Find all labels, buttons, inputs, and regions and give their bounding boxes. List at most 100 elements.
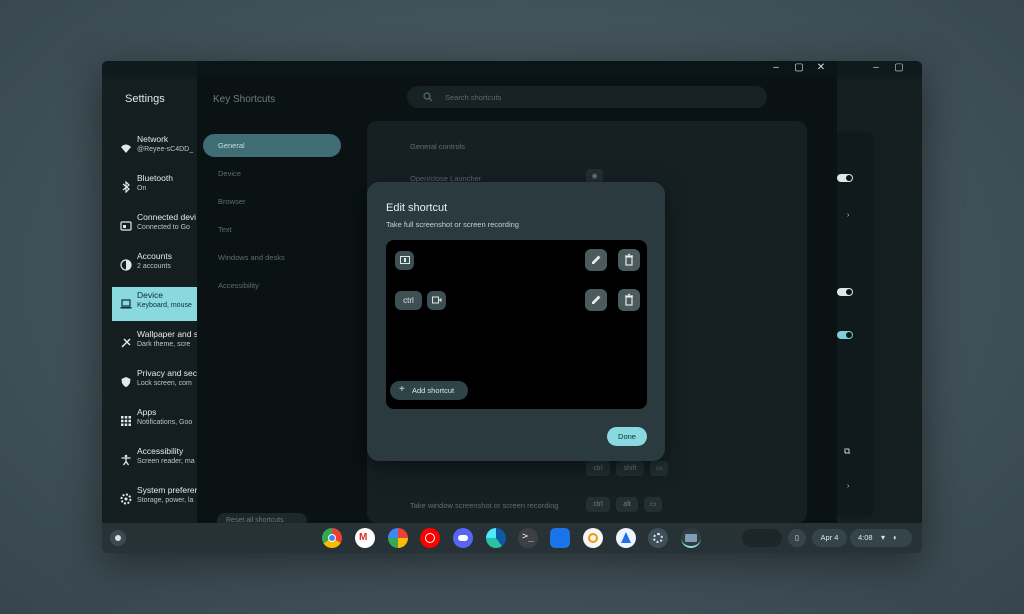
sidebar-item-sub: Connected to Go: [137, 224, 190, 231]
sidebar-item-sub: Keyboard, mouse: [137, 302, 192, 309]
sidebar-item-device[interactable]: Device Keyboard, mouse: [112, 287, 197, 321]
sidebar-item-accounts[interactable]: Accounts 2 accounts: [112, 248, 197, 282]
date-pill[interactable]: Apr 4: [812, 529, 847, 547]
tab-accessibility[interactable]: Accessibility: [203, 274, 341, 297]
screen-record-key-chip: [427, 291, 446, 310]
sidebar-item-sub: Notifications, Goo: [137, 419, 193, 426]
wifi-status-icon: ▾: [881, 533, 886, 542]
settings-icon[interactable]: [648, 528, 668, 548]
sidebar-item-system-preferences[interactable]: System preferer Storage, power, la: [112, 482, 197, 516]
chrome-icon[interactable]: [322, 528, 342, 548]
dialog-subtitle: Take full screenshot or screen recording: [386, 220, 519, 229]
tab-browser[interactable]: Browser: [203, 190, 341, 213]
tab-label: Accessibility: [218, 281, 259, 290]
minimize-icon[interactable]: –: [869, 62, 883, 73]
sidebar-item-network[interactable]: Network @Reyee-sC4DD_: [112, 131, 197, 165]
sidebar-item-bluetooth[interactable]: Bluetooth On: [112, 170, 197, 204]
status-area[interactable]: 4:08 ▾ ◐: [850, 529, 912, 547]
plus-icon: +: [399, 384, 405, 395]
phone-hub-pill[interactable]: [742, 529, 782, 547]
close-icon[interactable]: ✕: [814, 62, 828, 73]
photos-icon[interactable]: [388, 528, 408, 548]
tab-label: Browser: [218, 197, 246, 206]
sidebar-item-privacy[interactable]: Privacy and sec Lock screen, com: [112, 365, 197, 399]
key-alt: alt: [616, 497, 638, 512]
screenshot-key-chip: [395, 251, 414, 270]
files-icon[interactable]: [550, 528, 570, 548]
sidebar-item-label: Apps: [137, 407, 157, 417]
account-icon: [120, 259, 132, 271]
discord-icon[interactable]: [453, 528, 473, 548]
sidebar-item-label: Device: [137, 290, 163, 300]
tab-windows-and-desks[interactable]: Windows and desks: [203, 246, 341, 269]
gallery-icon[interactable]: [681, 528, 701, 548]
phone-icon[interactable]: ▯: [788, 529, 806, 547]
window-key: ▭: [650, 461, 668, 476]
edge-icon[interactable]: [486, 528, 506, 548]
search-icon: [423, 92, 433, 102]
chevron-right-icon[interactable]: ›: [847, 483, 849, 490]
tab-label: Device: [218, 169, 241, 178]
sidebar-item-label: Accounts: [137, 251, 172, 261]
palette-icon: [121, 338, 131, 348]
add-shortcut-button[interactable]: + Add shortcut: [390, 381, 468, 400]
settings-nav: Network @Reyee-sC4DD_ Bluetooth On Conne…: [102, 131, 197, 523]
launcher-button[interactable]: [110, 530, 126, 546]
search-input[interactable]: Search shortcuts: [407, 86, 767, 108]
sidebar-item-sub: @Reyee-sC4DD_: [137, 146, 194, 153]
edit-shortcut-button[interactable]: [585, 249, 607, 271]
sidebar-item-apps[interactable]: Apps Notifications, Goo: [112, 404, 197, 438]
sidebar-item-label: Privacy and sec: [137, 368, 197, 378]
dialog-title: Edit shortcut: [386, 202, 448, 214]
clock-time: 4:08: [858, 533, 873, 542]
screenshot-key-icon: [399, 256, 410, 264]
sidebar-item-accessibility[interactable]: Accessibility Screen reader, ma: [112, 443, 197, 477]
toggle-switch[interactable]: [837, 331, 853, 339]
sidebar-item-connected-devices[interactable]: Connected devi Connected to Go: [112, 209, 197, 243]
open-external-icon[interactable]: ⧉: [844, 446, 850, 457]
search-placeholder: Search shortcuts: [445, 93, 502, 102]
laptop-icon: [120, 299, 132, 309]
shelf: M >_ ▯ Apr 4 4:08 ▾ ◐: [102, 523, 922, 553]
sidebar-item-label: Bluetooth: [137, 173, 173, 183]
edit-shortcut-button[interactable]: [585, 289, 607, 311]
tab-device[interactable]: Device: [203, 162, 341, 185]
edit-shortcut-dialog: Edit shortcut Take full screenshot or sc…: [367, 182, 665, 461]
delete-shortcut-button[interactable]: [618, 249, 640, 271]
sidebar-item-sub: Storage, power, la: [137, 497, 194, 504]
accessibility-icon: [121, 454, 131, 466]
delete-shortcut-button[interactable]: [618, 289, 640, 311]
gear-icon: [120, 493, 132, 505]
gmail-icon[interactable]: M: [355, 528, 375, 548]
maximize-icon[interactable]: ▢: [892, 62, 906, 73]
sidebar-item-sub: 2 accounts: [137, 263, 171, 270]
ks-titlebar: [197, 61, 837, 77]
add-shortcut-label: Add shortcut: [412, 386, 455, 395]
pencil-icon: [592, 255, 601, 264]
maximize-icon[interactable]: ▢: [792, 62, 806, 73]
tab-label: Windows and desks: [218, 253, 285, 262]
sidebar-item-label: Wallpaper and s: [137, 329, 197, 339]
minimize-icon[interactable]: –: [769, 62, 783, 73]
bluetooth-icon: [122, 181, 130, 193]
tab-label: Text: [218, 225, 232, 234]
screen-record-icon: [431, 296, 441, 304]
toggle-switch[interactable]: [837, 174, 853, 182]
chevron-right-icon[interactable]: ›: [847, 212, 849, 219]
tab-text[interactable]: Text: [203, 218, 341, 241]
page-title: Key Shortcuts: [213, 94, 276, 105]
settings-content-card: › ⧉ ›: [834, 132, 874, 517]
toggle-switch[interactable]: [837, 288, 853, 296]
done-button[interactable]: Done: [607, 427, 647, 446]
youtube-music-icon[interactable]: [420, 528, 440, 548]
sidebar-item-wallpaper[interactable]: Wallpaper and s Dark theme, scre: [112, 326, 197, 360]
shortcut-row-label: Take window screenshot or screen recordi…: [410, 501, 559, 510]
chromeos-screen: – ▢ Settings Network @Reyee-sC4DD_ Bluet…: [102, 61, 922, 553]
apps-grid-icon: [121, 416, 131, 426]
screen-record-key: ▭: [644, 497, 662, 512]
tab-general[interactable]: General: [203, 134, 341, 157]
app-blue-icon[interactable]: [616, 528, 636, 548]
audible-icon[interactable]: [583, 528, 603, 548]
settings-title: Settings: [125, 93, 165, 105]
terminal-icon[interactable]: >_: [518, 528, 538, 548]
